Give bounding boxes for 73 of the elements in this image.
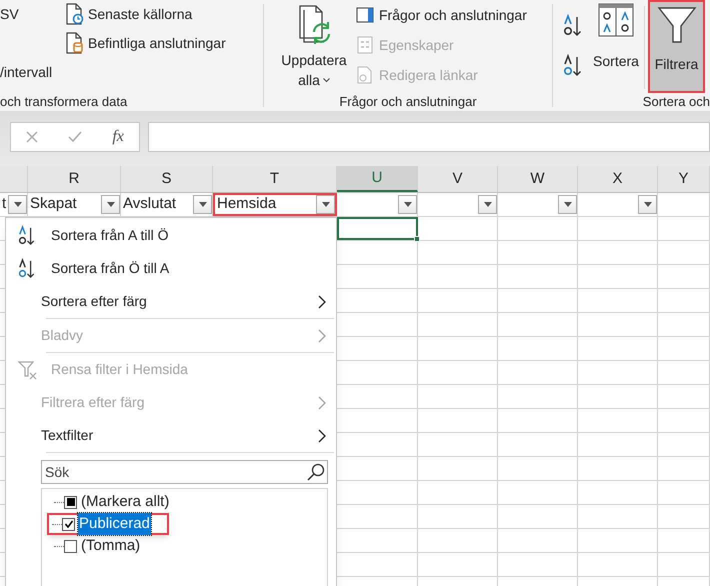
filter-value-item[interactable]: Publicerad (47, 513, 169, 535)
funnel-icon (656, 6, 696, 44)
column-header[interactable]: U (337, 166, 418, 192)
caret-icon (322, 78, 330, 82)
checkbox[interactable] (64, 496, 77, 508)
header-cell: Skapat (28, 193, 121, 216)
filter-dropdown-button[interactable] (478, 195, 497, 214)
group-label: Sortera och (642, 95, 710, 111)
menu-item[interactable]: Textfilter (6, 419, 336, 452)
ribbon-command[interactable]: Frågor och anslutningar (356, 4, 527, 26)
group-label: Frågor och anslutningar (338, 95, 478, 111)
dropdown-arrow-icon (564, 202, 572, 207)
column-header[interactable]: W (498, 166, 578, 192)
sort-ascending-icon (18, 224, 36, 246)
search-field[interactable]: Sök (41, 460, 328, 484)
chevron-right-icon (318, 294, 326, 308)
menu-item[interactable]: Sortera från A till Ö (6, 219, 336, 252)
filter-dropdown-button[interactable] (193, 195, 212, 214)
filter-dropdown-button[interactable] (638, 195, 657, 214)
sort-button[interactable]: Sortera (591, 0, 641, 96)
filter-button[interactable]: Filtrera (648, 0, 705, 93)
filter-dropdown-button[interactable] (398, 195, 417, 214)
header-cell: Hemsida (213, 193, 337, 216)
header-cell: t (0, 193, 28, 216)
partial-mark (66, 498, 74, 506)
column-header[interactable]: S (121, 166, 213, 192)
group-label: och transformera data (0, 95, 128, 111)
chevron-right-icon (318, 328, 326, 342)
header-cell: Avslutat (121, 193, 213, 216)
dropdown-arrow-icon (644, 202, 652, 207)
chevron-right-icon (318, 428, 326, 442)
insert-function-button[interactable]: fx (112, 125, 124, 149)
filter-dropdown-button[interactable] (558, 195, 577, 214)
sort-dialog-icon (598, 3, 634, 37)
ribbon-command[interactable]: /intervall (0, 62, 66, 82)
sort-ascending-icon (563, 14, 583, 38)
clear-filter-icon (18, 360, 38, 380)
chevron-right-icon (318, 396, 326, 410)
check-icon[interactable] (68, 131, 82, 143)
dropdown-arrow-icon (198, 202, 206, 207)
active-cell[interactable] (337, 217, 418, 240)
menu-item[interactable]: Sortera från Ö till A (6, 252, 336, 285)
panel-icon (356, 6, 374, 24)
column-header[interactable]: R (28, 166, 121, 192)
check-icon (64, 519, 74, 529)
formula-input[interactable] (148, 122, 710, 152)
column-header[interactable]: X (578, 166, 658, 192)
dropdown-arrow-icon (106, 202, 114, 207)
checkbox[interactable] (62, 518, 75, 530)
ribbon-command[interactable]: SV (0, 4, 66, 24)
ribbon-command[interactable]: Senaste källorna (66, 3, 226, 25)
document-clock-icon (66, 3, 84, 25)
document-database-icon (66, 32, 84, 54)
filter-dropdown-button[interactable] (316, 195, 335, 214)
column-header[interactable]: Y (658, 166, 710, 192)
filter-value-item[interactable]: (Tomma) (42, 535, 327, 557)
column-header[interactable]: V (418, 166, 498, 192)
properties-icon (356, 36, 374, 54)
filter-value-item[interactable]: (Markera allt) (42, 491, 327, 513)
sort-descending-icon (18, 258, 36, 280)
search-icon (307, 463, 325, 481)
filter-dropdown-button[interactable] (8, 195, 27, 214)
dropdown-arrow-icon (322, 202, 330, 207)
dropdown-arrow-icon (484, 202, 492, 207)
ribbon-command[interactable]: Befintliga anslutningar (66, 32, 226, 54)
sort-descending-icon (563, 54, 583, 78)
refresh-all-button[interactable]: Uppdatera alla (274, 0, 354, 96)
document-link-icon (356, 66, 374, 84)
checkbox[interactable] (64, 540, 77, 552)
filter-dropdown-button[interactable] (101, 195, 120, 214)
dropdown-arrow-icon (404, 202, 412, 207)
dropdown-arrow-icon (14, 202, 22, 207)
menu-item[interactable]: Sortera efter färg (6, 285, 336, 318)
